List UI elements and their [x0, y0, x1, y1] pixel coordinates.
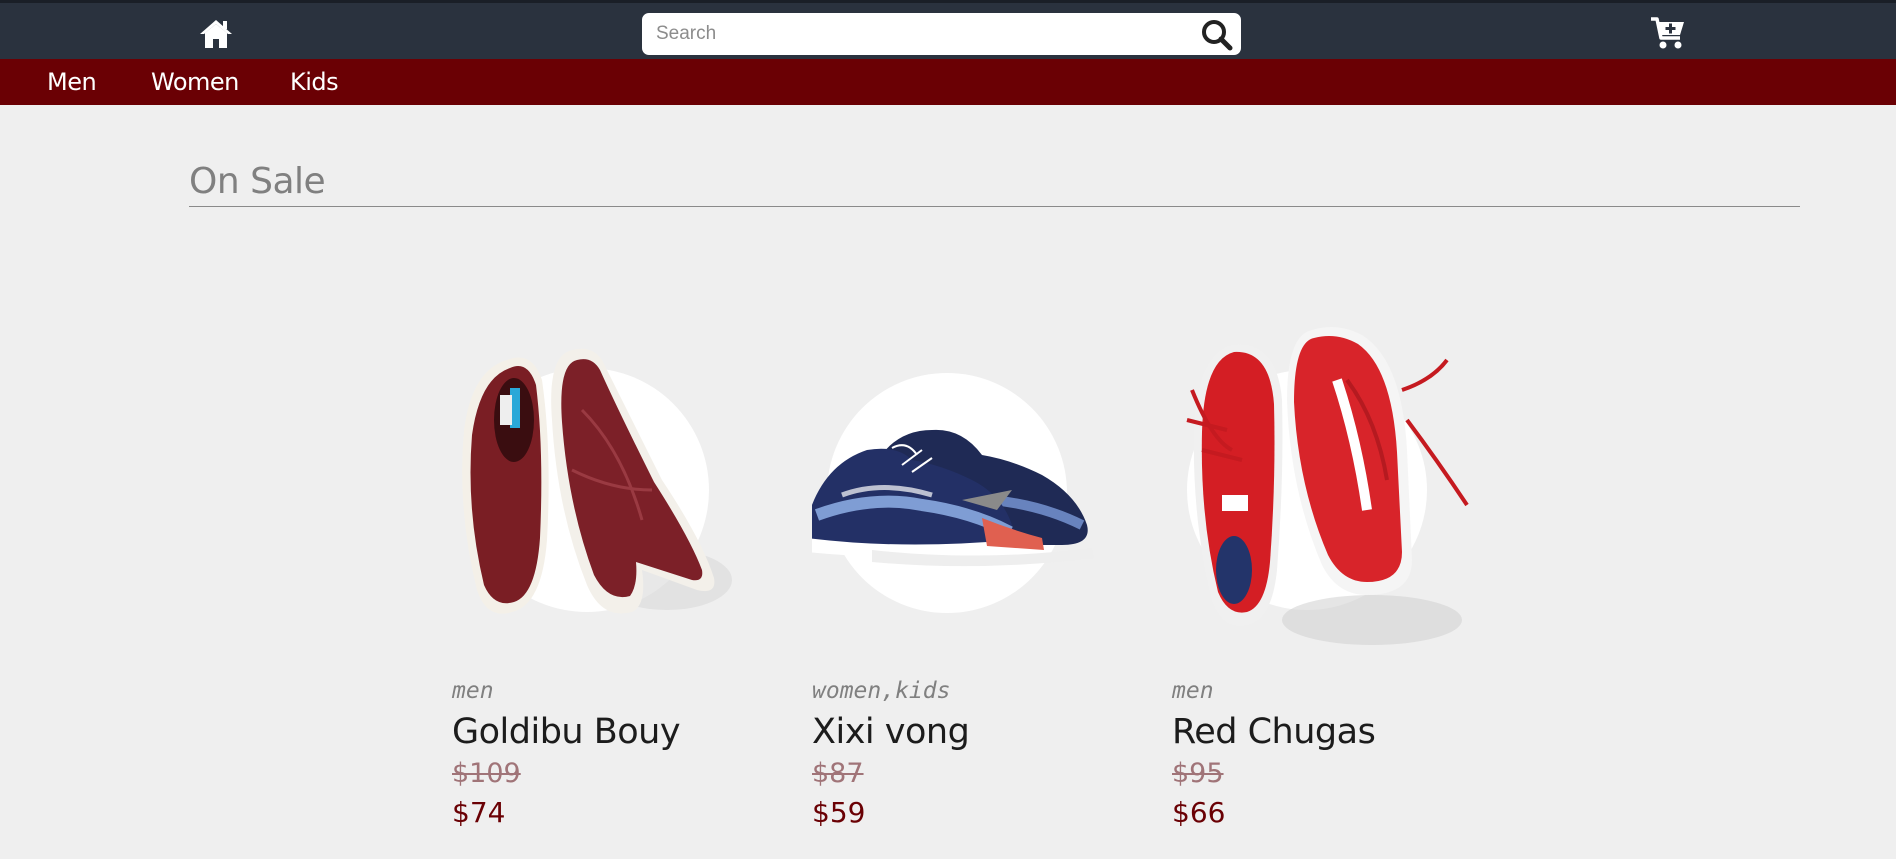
shoe-image [462, 348, 732, 614]
section-title: On Sale [189, 161, 326, 202]
product-image[interactable] [1172, 300, 1532, 670]
shoe-image [807, 373, 1094, 613]
product-name[interactable]: Red Chugas [1172, 712, 1376, 752]
product-image[interactable] [807, 300, 1172, 670]
product-card: men Goldibu Bouy $109 $74 [452, 300, 812, 840]
product-original-price: $95 [1172, 758, 1224, 789]
search-icon [1202, 20, 1233, 51]
product-sale-price: $59 [812, 796, 866, 829]
section-divider [189, 206, 1800, 207]
top-bar [0, 0, 1896, 59]
product-card: women,kids Xixi vong $87 $59 [807, 300, 1172, 840]
nav-link-kids[interactable]: Kids [290, 68, 339, 96]
home-icon [200, 20, 232, 48]
product-name[interactable]: Goldibu Bouy [452, 712, 681, 752]
product-category: men [1172, 678, 1214, 704]
product-category: women,kids [812, 678, 951, 704]
shoe-image [1186, 326, 1469, 645]
product-sale-price: $66 [1172, 796, 1226, 829]
nav-link-women[interactable]: Women [151, 68, 239, 96]
cart-plus-icon [1651, 17, 1684, 49]
search-button[interactable] [1201, 19, 1233, 51]
product-sale-price: $74 [452, 796, 506, 829]
product-card: men Red Chugas $95 $66 [1172, 300, 1532, 840]
product-image[interactable] [452, 300, 812, 670]
cart-button[interactable] [1650, 16, 1686, 50]
search-input[interactable] [656, 18, 1196, 50]
category-nav: Men Women Kids [0, 59, 1896, 105]
product-category: men [452, 678, 494, 704]
home-button[interactable] [199, 18, 233, 50]
product-original-price: $87 [812, 758, 864, 789]
product-original-price: $109 [452, 758, 521, 789]
nav-link-men[interactable]: Men [47, 68, 97, 96]
search-bar [642, 13, 1241, 55]
product-name[interactable]: Xixi vong [812, 712, 970, 752]
